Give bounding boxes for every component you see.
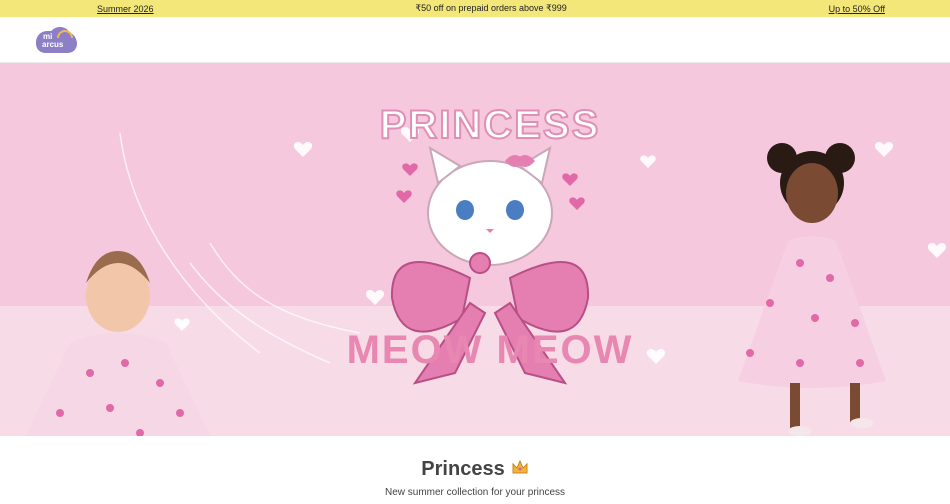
child-left <box>25 251 211 436</box>
hero-subtitle: MEOW MEOW <box>346 328 634 372</box>
child-right <box>738 143 886 436</box>
collection-subtitle: New summer collection for your princess <box>384 487 566 498</box>
announcement-offer: ₹50 off on prepaid orders above ₹999 <box>415 3 567 13</box>
site-logo[interactable]: mi arcus <box>36 26 78 53</box>
announcement-bar: Summer 2026 ₹50 off on prepaid orders ab… <box>0 0 950 17</box>
logo-rainbow-icon <box>57 29 73 38</box>
crown-icon <box>511 458 529 481</box>
hero-text-block: PRINCESS MEOW MEOW <box>300 83 680 403</box>
hero-banner[interactable]: PRINCESS MEOW MEOW <box>0 63 950 436</box>
collection-section: Princess New summer collection for your … <box>0 436 950 498</box>
logo-text-line2: arcus <box>42 39 64 49</box>
announcement-sale-link[interactable]: Up to 50% Off <box>829 4 885 14</box>
site-header: mi arcus <box>0 17 950 63</box>
collection-heading: Princess <box>0 458 950 481</box>
announcement-summer-link[interactable]: Summer 2026 <box>97 4 154 14</box>
collection-title: Princess <box>421 458 505 480</box>
hero-title: PRINCESS <box>379 102 601 148</box>
